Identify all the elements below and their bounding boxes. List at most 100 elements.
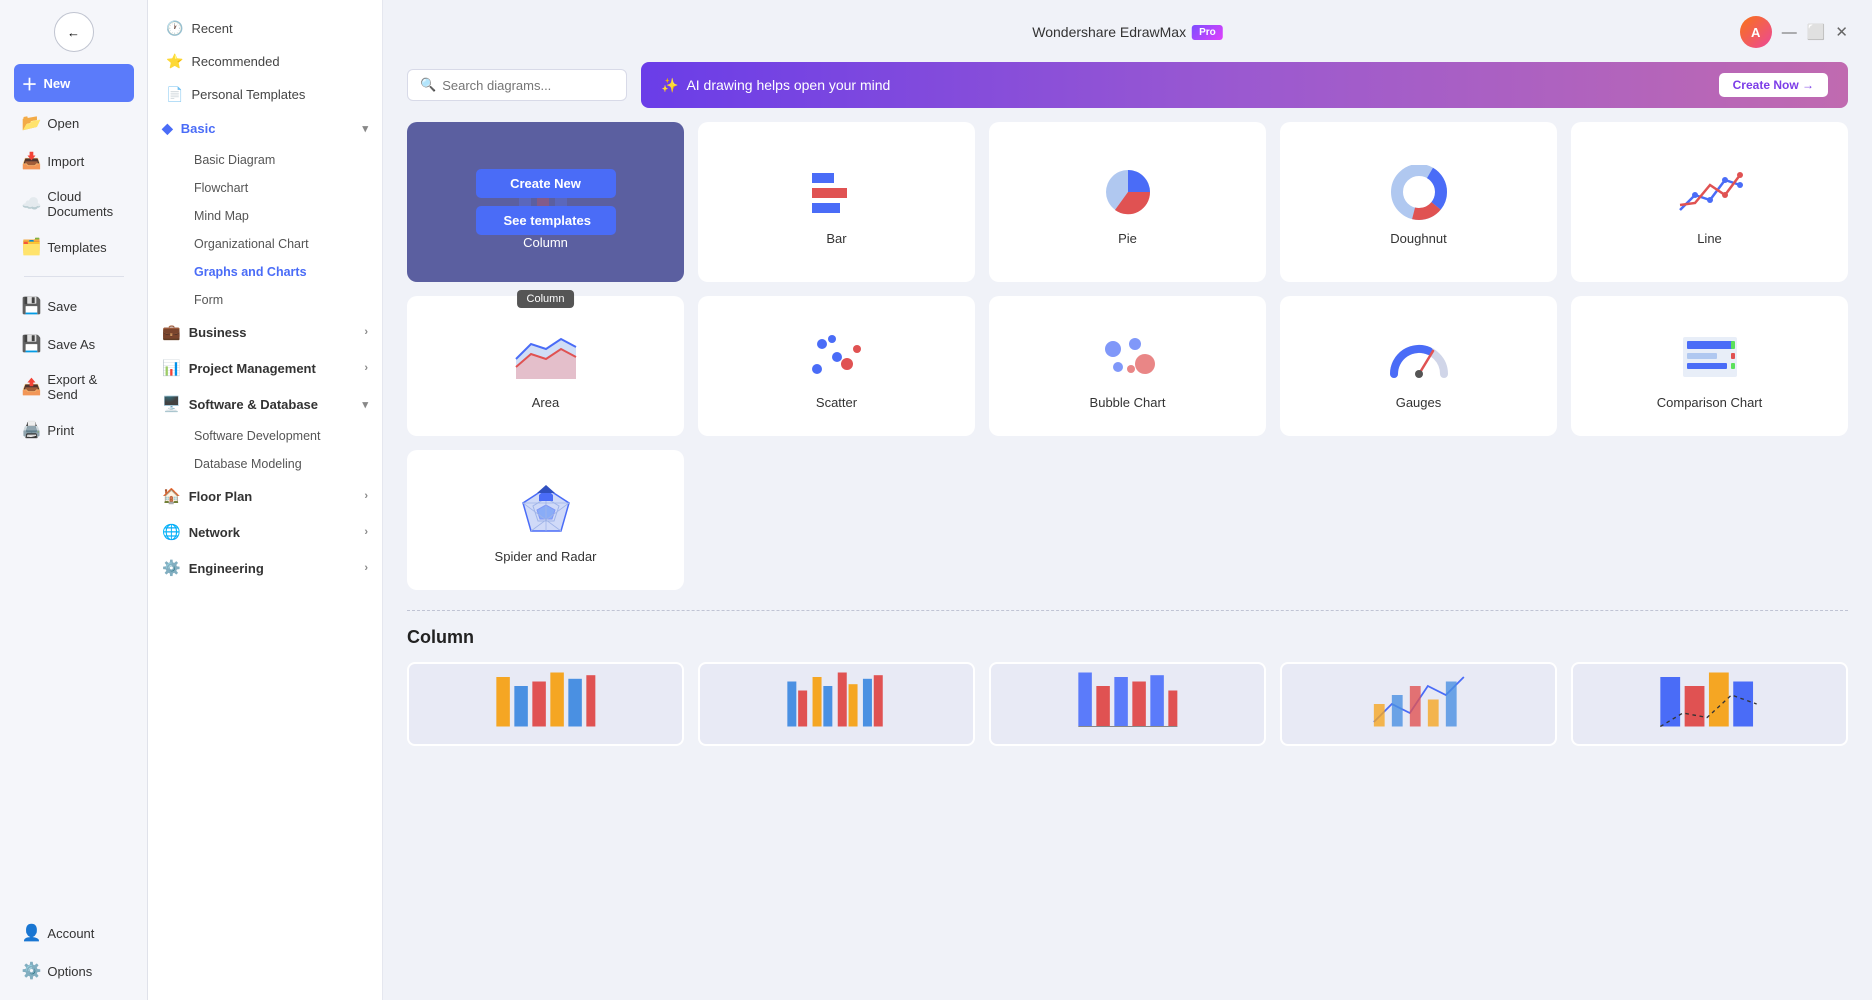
- save-icon: 💾: [22, 296, 42, 316]
- import-action[interactable]: 📥 Import: [14, 144, 134, 178]
- app-title: Wondershare EdrawMax Pro: [1032, 24, 1222, 40]
- template-card-4[interactable]: [1280, 662, 1557, 746]
- minimize-button[interactable]: —: [1782, 24, 1797, 41]
- account-icon: 👤: [22, 923, 42, 943]
- options-action[interactable]: ⚙️ Options: [14, 954, 134, 988]
- templates-label: Templates: [47, 240, 106, 255]
- gauges-chart-label: Gauges: [1396, 395, 1442, 410]
- new-action[interactable]: ＋ New: [14, 64, 134, 102]
- template-card-5[interactable]: [1571, 662, 1848, 746]
- chart-card-spider[interactable]: Spider and Radar: [407, 450, 684, 590]
- save-as-label: Save As: [47, 337, 95, 352]
- nav-database[interactable]: Database Modeling: [184, 450, 382, 478]
- nav-personal[interactable]: 📄 Personal Templates: [148, 78, 382, 111]
- export-action[interactable]: 📤 Export & Send: [14, 365, 134, 409]
- gauges-chart-icon: [1384, 327, 1454, 387]
- chart-card-column[interactable]: Create New See templates Column Column: [407, 122, 684, 282]
- software-subnav: Software Development Database Modeling: [148, 422, 382, 478]
- floor-chevron-icon: ›: [364, 490, 368, 502]
- software-chevron-icon: ▾: [362, 398, 368, 411]
- nav-org-chart[interactable]: Organizational Chart: [184, 230, 382, 258]
- software-label: Software & Database: [189, 397, 318, 412]
- account-action[interactable]: 👤 Account: [14, 916, 134, 950]
- nav-recommended[interactable]: ⭐ Recommended: [148, 45, 382, 78]
- cloud-label: Cloud Documents: [47, 189, 125, 219]
- maximize-button[interactable]: ⬜: [1807, 23, 1826, 41]
- engineering-icon: ⚙️: [162, 559, 181, 577]
- template-card-2[interactable]: [698, 662, 975, 746]
- business-icon: 💼: [162, 323, 181, 341]
- search-box[interactable]: 🔍: [407, 69, 627, 101]
- ai-create-button[interactable]: Create Now →: [1719, 73, 1828, 97]
- spider-chart-label: Spider and Radar: [495, 549, 597, 564]
- options-label: Options: [47, 964, 92, 979]
- chart-card-area[interactable]: Area: [407, 296, 684, 436]
- recent-label: Recent: [191, 21, 232, 36]
- chart-card-bubble[interactable]: Bubble Chart: [989, 296, 1266, 436]
- import-icon: 📥: [22, 151, 42, 171]
- save-action[interactable]: 💾 Save: [14, 289, 134, 323]
- new-label: New: [44, 76, 71, 91]
- main-content: Wondershare EdrawMax Pro A — ⬜ ✕ 🔍 ✨ AI …: [383, 0, 1872, 1000]
- column-chart-label: Column: [523, 235, 568, 250]
- engineering-label: Engineering: [189, 561, 264, 576]
- open-label: Open: [47, 116, 79, 131]
- create-new-button[interactable]: Create New: [476, 169, 616, 198]
- chart-card-bar[interactable]: Bar: [698, 122, 975, 282]
- project-icon: 📊: [162, 359, 181, 377]
- template-card-3[interactable]: [989, 662, 1266, 746]
- nav-mind-map[interactable]: Mind Map: [184, 202, 382, 230]
- options-icon: ⚙️: [22, 961, 42, 981]
- template-thumb-3: [991, 664, 1264, 744]
- import-label: Import: [47, 154, 84, 169]
- nav-software-dev[interactable]: Software Development: [184, 422, 382, 450]
- open-action[interactable]: 📂 Open: [14, 106, 134, 140]
- cloud-action[interactable]: ☁️ Cloud Documents: [14, 182, 134, 226]
- chart-card-gauges[interactable]: Gauges: [1280, 296, 1557, 436]
- nav-software-section[interactable]: 🖥️ Software & Database ▾: [148, 386, 382, 422]
- ai-wand-icon: ✨: [661, 77, 678, 94]
- chart-card-line[interactable]: Line: [1571, 122, 1848, 282]
- search-icon: 🔍: [420, 77, 436, 93]
- template-thumb-5: [1573, 664, 1846, 744]
- ai-banner-label: AI drawing helps open your mind: [686, 77, 890, 93]
- nav-network-section[interactable]: 🌐 Network ›: [148, 514, 382, 550]
- see-templates-button[interactable]: See templates: [476, 206, 616, 235]
- nav-floor-section[interactable]: 🏠 Floor Plan ›: [148, 478, 382, 514]
- nav-basic-diagram[interactable]: Basic Diagram: [184, 146, 382, 174]
- template-card-1[interactable]: [407, 662, 684, 746]
- nav-project-section[interactable]: 📊 Project Management ›: [148, 350, 382, 386]
- line-chart-label: Line: [1697, 231, 1722, 246]
- sidebar-divider: [24, 276, 124, 277]
- basic-diamond-icon: ◆: [162, 120, 173, 137]
- nav-business-section[interactable]: 💼 Business ›: [148, 314, 382, 350]
- nav-flowchart[interactable]: Flowchart: [184, 174, 382, 202]
- nav-form[interactable]: Form: [184, 286, 382, 314]
- column-card-popup: Create New See templates: [476, 169, 616, 235]
- print-action[interactable]: 🖨️ Print: [14, 413, 134, 447]
- chart-card-comparison[interactable]: Comparison Chart: [1571, 296, 1848, 436]
- sidebar-bottom: 👤 Account ⚙️ Options: [0, 916, 147, 988]
- back-button[interactable]: ←: [54, 12, 94, 52]
- scatter-chart-icon: [802, 327, 872, 387]
- pie-chart-icon: [1093, 163, 1163, 223]
- floor-icon: 🏠: [162, 487, 181, 505]
- nav-recent[interactable]: 🕐 Recent: [148, 12, 382, 45]
- chart-card-pie[interactable]: Pie: [989, 122, 1266, 282]
- search-input[interactable]: [442, 78, 582, 93]
- chart-grid: Create New See templates Column Column B…: [407, 122, 1848, 590]
- personal-icon: 📄: [166, 86, 183, 103]
- nav-sidebar: 🕐 Recent ⭐ Recommended 📄 Personal Templa…: [148, 0, 383, 1000]
- templates-action[interactable]: 🗂️ Templates: [14, 230, 134, 264]
- close-button[interactable]: ✕: [1835, 23, 1848, 41]
- nav-basic-section[interactable]: ◆ Basic ▾: [148, 111, 382, 146]
- nav-engineering-section[interactable]: ⚙️ Engineering ›: [148, 550, 382, 586]
- chart-card-doughnut[interactable]: Doughnut: [1280, 122, 1557, 282]
- avatar[interactable]: A: [1740, 16, 1772, 48]
- print-icon: 🖨️: [22, 420, 42, 440]
- basic-label: Basic: [181, 121, 216, 136]
- nav-graphs-charts[interactable]: Graphs and Charts: [184, 258, 382, 286]
- save-as-action[interactable]: 💾 Save As: [14, 327, 134, 361]
- chart-card-scatter[interactable]: Scatter: [698, 296, 975, 436]
- top-bar: Wondershare EdrawMax Pro A — ⬜ ✕: [407, 16, 1848, 48]
